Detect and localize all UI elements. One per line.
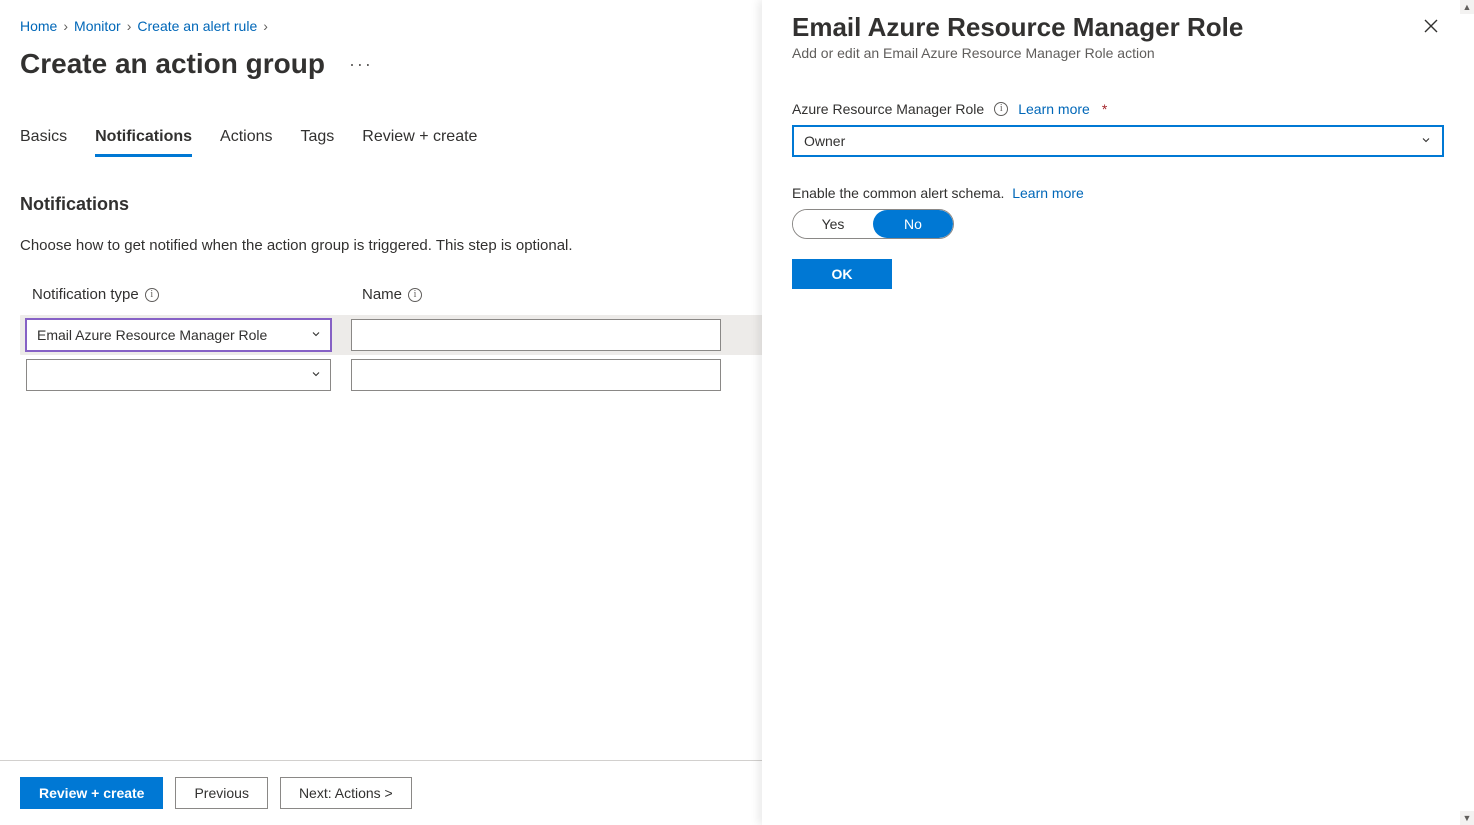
page-title: Create an action group bbox=[20, 48, 325, 80]
review-create-button[interactable]: Review + create bbox=[20, 777, 163, 809]
next-actions-button[interactable]: Next: Actions > bbox=[280, 777, 412, 809]
info-icon[interactable]: i bbox=[408, 288, 422, 302]
tab-notifications[interactable]: Notifications bbox=[95, 128, 192, 156]
learn-more-link[interactable]: Learn more bbox=[1012, 185, 1084, 201]
schema-toggle: Yes No bbox=[792, 209, 954, 239]
info-icon[interactable]: i bbox=[994, 102, 1008, 116]
tab-tags[interactable]: Tags bbox=[300, 128, 334, 156]
required-indicator: * bbox=[1102, 101, 1107, 117]
chevron-right-icon: › bbox=[263, 18, 268, 34]
breadcrumb-home[interactable]: Home bbox=[20, 18, 57, 34]
chevron-right-icon: › bbox=[63, 18, 68, 34]
scroll-down-icon[interactable]: ▼ bbox=[1460, 811, 1474, 825]
ok-button[interactable]: OK bbox=[792, 259, 892, 289]
role-field: Azure Resource Manager Role i Learn more… bbox=[792, 101, 1444, 157]
previous-button[interactable]: Previous bbox=[175, 777, 267, 809]
schema-field-label: Enable the common alert schema. Learn mo… bbox=[792, 185, 1444, 201]
tab-basics[interactable]: Basics bbox=[20, 128, 67, 156]
breadcrumb-create-alert-rule[interactable]: Create an alert rule bbox=[137, 18, 257, 34]
tab-review-create[interactable]: Review + create bbox=[362, 128, 477, 156]
panel-header: Email Azure Resource Manager Role Add or… bbox=[792, 12, 1444, 61]
header-notification-type: Notification type i bbox=[32, 286, 342, 303]
notification-name-input[interactable] bbox=[351, 359, 721, 391]
close-icon[interactable] bbox=[1418, 12, 1444, 42]
panel-subtitle: Add or edit an Email Azure Resource Mana… bbox=[792, 45, 1243, 61]
tab-actions[interactable]: Actions bbox=[220, 128, 272, 156]
breadcrumb-monitor[interactable]: Monitor bbox=[74, 18, 121, 34]
more-icon[interactable]: ··· bbox=[345, 51, 377, 77]
schema-label-text: Enable the common alert schema. bbox=[792, 185, 1004, 201]
chevron-down-icon bbox=[1420, 133, 1432, 149]
chevron-down-icon bbox=[310, 367, 322, 383]
section-description: Choose how to get notified when the acti… bbox=[20, 237, 720, 254]
panel-title: Email Azure Resource Manager Role bbox=[792, 12, 1243, 43]
scroll-up-icon[interactable]: ▲ bbox=[1460, 0, 1474, 14]
role-dropdown[interactable]: Owner bbox=[792, 125, 1444, 157]
info-icon[interactable]: i bbox=[145, 288, 159, 302]
chevron-down-icon bbox=[310, 327, 322, 343]
header-name-label: Name bbox=[362, 286, 402, 303]
role-label-text: Azure Resource Manager Role bbox=[792, 101, 984, 117]
toggle-yes[interactable]: Yes bbox=[793, 210, 873, 238]
toggle-no[interactable]: No bbox=[873, 210, 953, 238]
notification-type-select[interactable]: Email Azure Resource Manager Role bbox=[26, 319, 331, 351]
header-name: Name i bbox=[362, 286, 732, 303]
chevron-right-icon: › bbox=[127, 18, 132, 34]
header-notification-type-label: Notification type bbox=[32, 286, 139, 303]
notification-type-value: Email Azure Resource Manager Role bbox=[37, 327, 267, 343]
notification-type-select[interactable] bbox=[26, 359, 331, 391]
role-field-label: Azure Resource Manager Role i Learn more… bbox=[792, 101, 1444, 117]
notification-name-input[interactable] bbox=[351, 319, 721, 351]
side-panel: Email Azure Resource Manager Role Add or… bbox=[762, 0, 1474, 825]
learn-more-link[interactable]: Learn more bbox=[1018, 101, 1090, 117]
role-dropdown-value: Owner bbox=[804, 133, 845, 149]
